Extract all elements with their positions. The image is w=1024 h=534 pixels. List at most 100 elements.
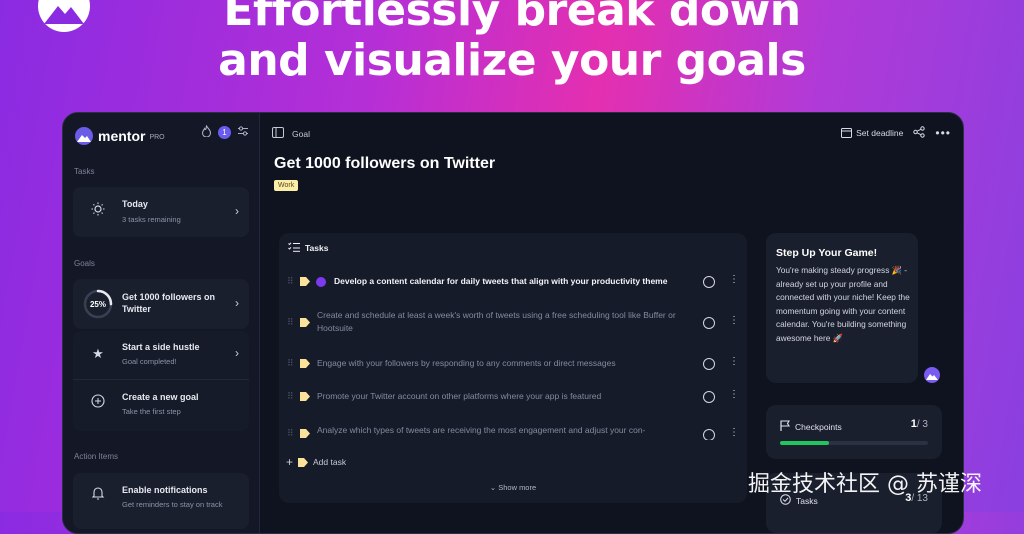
drag-handle-icon[interactable]: ⠿ (287, 428, 294, 439)
breadcrumb-goal[interactable]: Goal (292, 129, 310, 139)
drag-handle-icon[interactable]: ⠿ (287, 317, 294, 328)
sun-icon (87, 201, 109, 223)
coach-message: You're making steady progress 🎉 - alread… (776, 265, 910, 343)
checkpoints-label: Checkpoints (795, 421, 842, 432)
task-text: Analyze which types of tweets are receiv… (317, 425, 646, 435)
tasks-header: Tasks (288, 242, 328, 254)
more-vertical-icon[interactable]: ⋮ (729, 315, 739, 326)
focus-icon (316, 277, 326, 287)
set-deadline-label: Set deadline (856, 128, 904, 138)
checkpoints-total: / 3 (916, 419, 928, 430)
task-row[interactable]: ⠿ Develop a content calendar for daily t… (279, 274, 747, 299)
task-checkbox[interactable] (703, 358, 715, 370)
tasks-header-label: Tasks (305, 243, 329, 253)
coach-title: Step Up Your Game! (776, 247, 878, 259)
flag-icon (780, 420, 790, 433)
goal-heading: Get 1000 followers on Twitter (274, 155, 496, 172)
more-vertical-icon[interactable]: ⋮ (729, 389, 739, 400)
more-vertical-icon[interactable]: ⋮ (729, 356, 739, 367)
task-text: Develop a content calendar for daily twe… (334, 276, 668, 286)
create-goal-subtitle: Take the first step (122, 407, 181, 416)
checkpoints-label-row: Checkpoints (780, 420, 842, 433)
add-task-label: Add task (313, 457, 347, 467)
checkpoints-progress-fill (780, 441, 830, 445)
notifications-title: Enable notifications (122, 485, 208, 495)
checkpoints-card[interactable]: Checkpoints 1/ 3 (766, 405, 942, 459)
tag-icon (298, 457, 309, 467)
logo-pro-label: PRO (149, 134, 165, 141)
chevron-right-icon: › (235, 296, 239, 310)
coach-message-card: Step Up Your Game! You're making steady … (766, 233, 918, 383)
logo-text: mentor (98, 128, 146, 144)
more-vertical-icon[interactable]: ⋮ (729, 274, 739, 285)
sidebar-goal-twitter[interactable]: 25% Get 1000 followers on Twitter › (73, 279, 249, 329)
streak-badge: 1 (218, 126, 231, 139)
task-row[interactable]: ⠿ Analyze which types of tweets are rece… (279, 424, 747, 440)
tag-icon (300, 429, 310, 438)
goal-percent: 25% (90, 300, 106, 309)
goal-tag[interactable]: Work (274, 180, 299, 191)
chevrons-down-icon: ⌄ (489, 483, 497, 492)
today-subtitle: 3 tasks remaining (122, 215, 181, 224)
flame-icon[interactable] (201, 124, 212, 140)
tag-icon (300, 318, 310, 327)
sidebar-toggle-icon[interactable] (272, 127, 284, 140)
chevron-right-icon: › (235, 346, 239, 360)
star-icon: ★ (92, 346, 104, 361)
sidebar-goals-list: ★ Start a side hustle Goal completed! › … (73, 331, 249, 431)
task-row[interactable]: ⠿ Create and schedule at least a week's … (279, 309, 747, 337)
set-deadline-button[interactable]: Set deadline (841, 127, 903, 140)
today-title: Today (122, 199, 148, 209)
task-checkbox[interactable] (703, 317, 715, 329)
goal-title: Get 1000 followers on Twitter (122, 292, 216, 314)
sidebar-top-icons: 1 (201, 124, 249, 140)
plus-circle-icon (87, 393, 109, 415)
task-row[interactable]: ⠿ Promote your Twitter account on other … (279, 389, 747, 406)
sidebar: mentor PRO 1 Tasks Today 3 tasks remaini… (63, 113, 260, 533)
task-checkbox[interactable] (703, 429, 715, 440)
calendar-icon (841, 127, 853, 140)
share-icon[interactable] (913, 126, 926, 140)
drag-handle-icon[interactable]: ⠿ (287, 358, 294, 369)
tasks-panel: Tasks ⠿ Develop a content calendar for d… (279, 233, 747, 503)
notifications-subtitle: Get reminders to stay on track (122, 500, 223, 509)
tasks-section-label: Tasks (74, 167, 95, 176)
task-text: Engage with your followers by responding… (317, 358, 616, 368)
settings-sliders-icon[interactable] (237, 125, 249, 140)
checkpoints-count: 1/ 3 (911, 418, 928, 430)
chevron-right-icon: › (235, 204, 239, 218)
goals-section-label: Goals (74, 259, 95, 268)
show-more-label: Show more (498, 483, 537, 492)
action-items-label: Action Items (74, 452, 119, 461)
task-row[interactable]: ⠿ Engage with your followers by respondi… (279, 356, 747, 373)
checkpoints-progress-bar (780, 441, 928, 445)
add-task-button[interactable]: + Add task (286, 455, 346, 469)
more-vertical-icon[interactable]: ⋮ (729, 427, 739, 438)
bell-plus-icon (87, 485, 109, 507)
show-more-button[interactable]: ⌄ Show more (279, 483, 747, 492)
app-logo[interactable]: mentor PRO (75, 125, 165, 147)
tag-icon (300, 277, 310, 286)
goal-progress-ring: 25% (83, 289, 113, 319)
breadcrumb: Goal (272, 127, 310, 140)
topbar-actions: Set deadline ••• (841, 126, 951, 140)
goal-title[interactable]: Start a side hustle (122, 342, 200, 352)
create-goal-title[interactable]: Create a new goal (122, 392, 199, 402)
drag-handle-icon[interactable]: ⠿ (287, 276, 294, 287)
drag-handle-icon[interactable]: ⠿ (287, 391, 294, 402)
task-checkbox[interactable] (703, 391, 715, 403)
divider (73, 379, 249, 380)
mentor-logo-icon (75, 127, 93, 145)
brand-logo-icon (38, 0, 90, 32)
goal-subtitle: Goal completed! (122, 357, 177, 366)
task-text: Promote your Twitter account on other pl… (317, 391, 602, 401)
headline-line-2: and visualize your goals (218, 35, 806, 86)
task-checkbox[interactable] (703, 276, 715, 288)
marketing-headline: Effortlessly break down and visualize yo… (0, 0, 1024, 86)
enable-notifications-item[interactable]: Enable notifications Get reminders to st… (73, 473, 249, 529)
more-options-icon[interactable]: ••• (935, 126, 951, 140)
list-check-icon (288, 242, 300, 254)
sidebar-item-today[interactable]: Today 3 tasks remaining › (73, 187, 249, 237)
coach-avatar-icon (924, 367, 940, 383)
task-text: Create and schedule at least a week's wo… (317, 310, 676, 333)
